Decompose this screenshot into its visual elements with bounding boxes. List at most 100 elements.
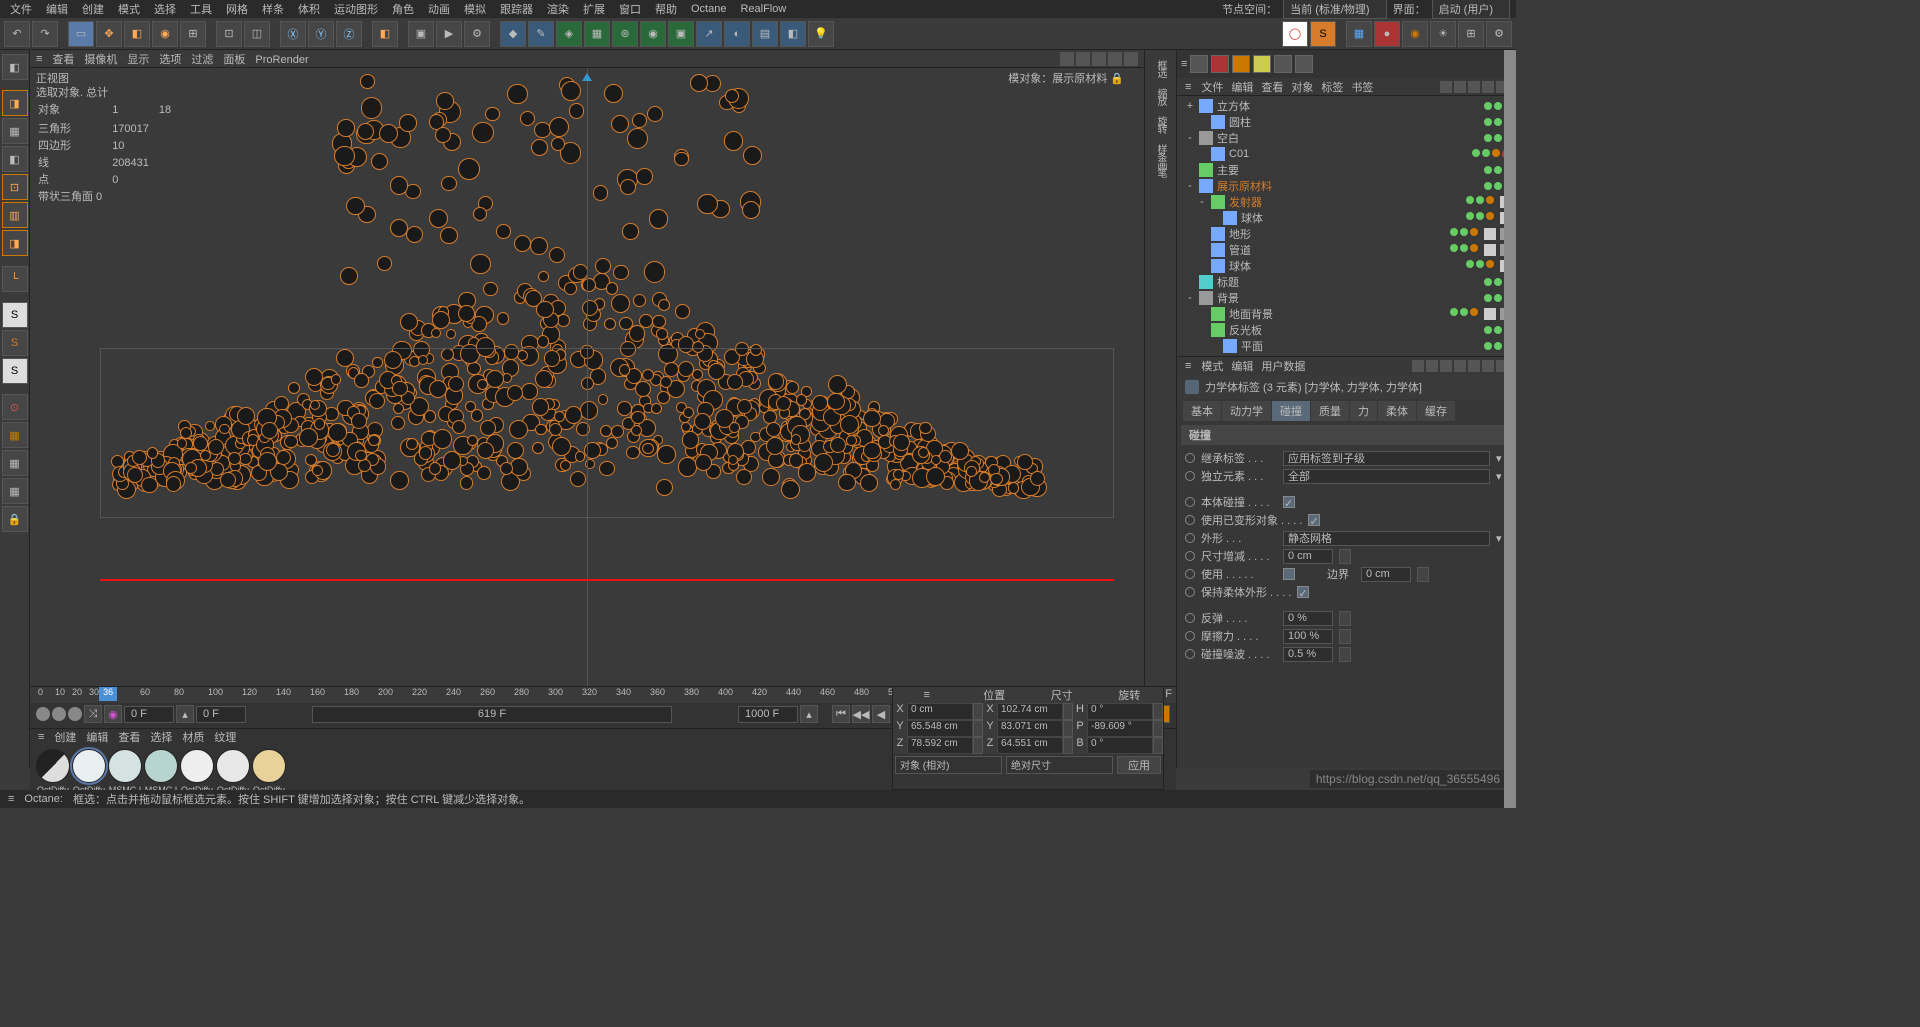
vpmenu-摄像机[interactable]: 摄像机 xyxy=(84,54,117,66)
oct-4-button[interactable]: ☀ xyxy=(1430,21,1456,47)
redo-button[interactable]: ↷ xyxy=(32,21,58,47)
anim-layer-icon[interactable] xyxy=(36,707,50,721)
menu-网格[interactable]: 网格 xyxy=(220,1,254,17)
rp-icon-3[interactable] xyxy=(1232,55,1250,73)
x-axis-button[interactable]: Ⓧ xyxy=(280,21,306,47)
attr-tab-动力学[interactable]: 动力学 xyxy=(1222,401,1271,421)
coord-size-dropdown[interactable]: 绝对尺寸 xyxy=(1006,756,1113,774)
attr-field-独立元素[interactable]: 全部 xyxy=(1283,469,1490,484)
menu-动画[interactable]: 动画 xyxy=(422,1,456,17)
poly-mode-button[interactable]: ◨ xyxy=(2,230,28,256)
menu-运动图形[interactable]: 运动图形 xyxy=(328,1,384,17)
field-button[interactable]: ⊛ xyxy=(612,21,638,47)
camera-button[interactable]: ▣ xyxy=(668,21,694,47)
menu-窗口[interactable]: 窗口 xyxy=(613,1,647,17)
tree-item-球体[interactable]: 球体 xyxy=(1181,210,1512,226)
light-button[interactable]: ↗ xyxy=(696,21,722,47)
matmenu-材质[interactable]: 材质 xyxy=(182,732,204,744)
tree-item-反光板[interactable]: 反光板 xyxy=(1181,322,1512,338)
objmenu-标签[interactable]: 标签 xyxy=(1321,82,1343,94)
cycle-button[interactable]: ◉ xyxy=(104,705,122,723)
tree-item-地面背景[interactable]: 地面背景 xyxy=(1181,306,1512,322)
workplane2-button[interactable]: ▦ xyxy=(2,422,28,448)
undo-button[interactable]: ↶ xyxy=(4,21,30,47)
attr-check-保持柔体外形[interactable]: ✓ xyxy=(1297,586,1309,598)
attr-check-使用已变形对象[interactable]: ✓ xyxy=(1308,514,1320,526)
rp-icon-4[interactable] xyxy=(1253,55,1271,73)
tree-item-背景[interactable]: -背景 xyxy=(1181,290,1512,306)
coord-Z-pos[interactable]: 78.592 cm xyxy=(907,737,973,754)
grid1-button[interactable]: ▦ xyxy=(2,450,28,476)
rp-hamburger-icon[interactable]: ≡ xyxy=(1181,58,1187,70)
octane-logo-button[interactable]: ◯ xyxy=(1282,21,1308,47)
coord-system-button[interactable]: ◫ xyxy=(244,21,270,47)
coord-P-rot[interactable]: -89.609 ° xyxy=(1087,720,1153,737)
attr-radio[interactable] xyxy=(1185,533,1195,543)
coord-X-pos[interactable]: 0 cm xyxy=(907,703,973,720)
attr-check-本体碰撞[interactable]: ✓ xyxy=(1283,496,1295,508)
attr-tab-基本[interactable]: 基本 xyxy=(1183,401,1221,421)
vpmenu-面板[interactable]: 面板 xyxy=(223,54,245,66)
menu-角色[interactable]: 角色 xyxy=(386,1,420,17)
object-manager-menubar[interactable]: ≡ 文件编辑查看对象标签书签 xyxy=(1177,78,1516,96)
attr-spinner[interactable] xyxy=(1339,629,1351,644)
mat-hamburger-icon[interactable]: ≡ xyxy=(38,731,44,743)
attr-radio[interactable] xyxy=(1185,631,1195,641)
oct-1-button[interactable]: ▦ xyxy=(1346,21,1372,47)
attr-radio[interactable] xyxy=(1185,649,1195,659)
rp-icon-5[interactable] xyxy=(1274,55,1292,73)
rstrip-缩放[interactable]: 缩放 xyxy=(1153,88,1168,104)
menu-编辑[interactable]: 编辑 xyxy=(40,1,74,17)
rp-icon-1[interactable] xyxy=(1190,55,1208,73)
coord-X-size[interactable]: 102.74 cm xyxy=(997,703,1063,720)
vpmenu-ProRender[interactable]: ProRender xyxy=(255,54,308,66)
attr-field-反弹[interactable]: 0 % xyxy=(1283,611,1333,626)
live-select-button[interactable]: ▭ xyxy=(68,21,94,47)
coord-Y-pos[interactable]: 65.548 cm xyxy=(907,720,973,737)
volume-button[interactable]: ◐ xyxy=(724,21,750,47)
menu-体积[interactable]: 体积 xyxy=(292,1,326,17)
prev-key-button[interactable]: ◀◀ xyxy=(852,705,870,723)
oct-6-button[interactable]: ⚙ xyxy=(1486,21,1512,47)
menu-扩展[interactable]: 扩展 xyxy=(577,1,611,17)
objmenu-文件[interactable]: 文件 xyxy=(1201,82,1223,94)
tree-item-空白[interactable]: -空白 xyxy=(1181,130,1512,146)
menu-跟踪器[interactable]: 跟踪器 xyxy=(494,1,539,17)
lock-xyz-button[interactable]: ⊡ xyxy=(216,21,242,47)
vp-nav5-icon[interactable] xyxy=(1124,52,1138,66)
tree-item-平面[interactable]: 平面 xyxy=(1181,338,1512,354)
attr-radio[interactable] xyxy=(1185,453,1195,463)
attr-radio[interactable] xyxy=(1185,515,1195,525)
model-mode-button[interactable]: ◨ xyxy=(2,90,28,116)
snap-s1-button[interactable]: S xyxy=(2,302,28,328)
deformer-button[interactable]: ▦ xyxy=(584,21,610,47)
matmenu-创建[interactable]: 创建 xyxy=(54,732,76,744)
point-mode-button[interactable]: ⊡ xyxy=(2,174,28,200)
scale-button[interactable]: ◧ xyxy=(124,21,150,47)
attr-tab-力[interactable]: 力 xyxy=(1350,401,1377,421)
vpmenu-选项[interactable]: 选项 xyxy=(159,54,181,66)
move-button[interactable]: ✥ xyxy=(96,21,122,47)
attr-field-碰撞噪波[interactable]: 0.5 % xyxy=(1283,647,1333,662)
menu-模式[interactable]: 模式 xyxy=(112,1,146,17)
coord-Y-size[interactable]: 83.071 cm xyxy=(997,720,1063,737)
menu-RealFlow[interactable]: RealFlow xyxy=(734,3,792,15)
grid2-button[interactable]: ▦ xyxy=(2,478,28,504)
coord-Z-size[interactable]: 64.551 cm xyxy=(997,737,1063,754)
material-OctDiffu[interactable]: OctDiffu xyxy=(180,749,214,795)
attr-field-摩擦力[interactable]: 100 % xyxy=(1283,629,1333,644)
vpmenu-过滤[interactable]: 过滤 xyxy=(191,54,213,66)
objmenu-编辑[interactable]: 编辑 xyxy=(1231,82,1253,94)
shuffle-button[interactable]: ⤨ xyxy=(84,705,102,723)
vp-nav4-icon[interactable] xyxy=(1108,52,1122,66)
rotate-button[interactable]: ◉ xyxy=(152,21,178,47)
lock-button[interactable]: 🔒 xyxy=(2,506,28,532)
snap-s3-button[interactable]: S xyxy=(2,358,28,384)
render-view-button[interactable]: ▣ xyxy=(408,21,434,47)
coord-H-rot[interactable]: 0 ° xyxy=(1087,703,1153,720)
matmenu-编辑[interactable]: 编辑 xyxy=(86,732,108,744)
vpmenu-查看[interactable]: 查看 xyxy=(52,54,74,66)
matmenu-纹理[interactable]: 纹理 xyxy=(214,732,236,744)
menu-创建[interactable]: 创建 xyxy=(76,1,110,17)
anim-auto-icon[interactable] xyxy=(68,707,82,721)
